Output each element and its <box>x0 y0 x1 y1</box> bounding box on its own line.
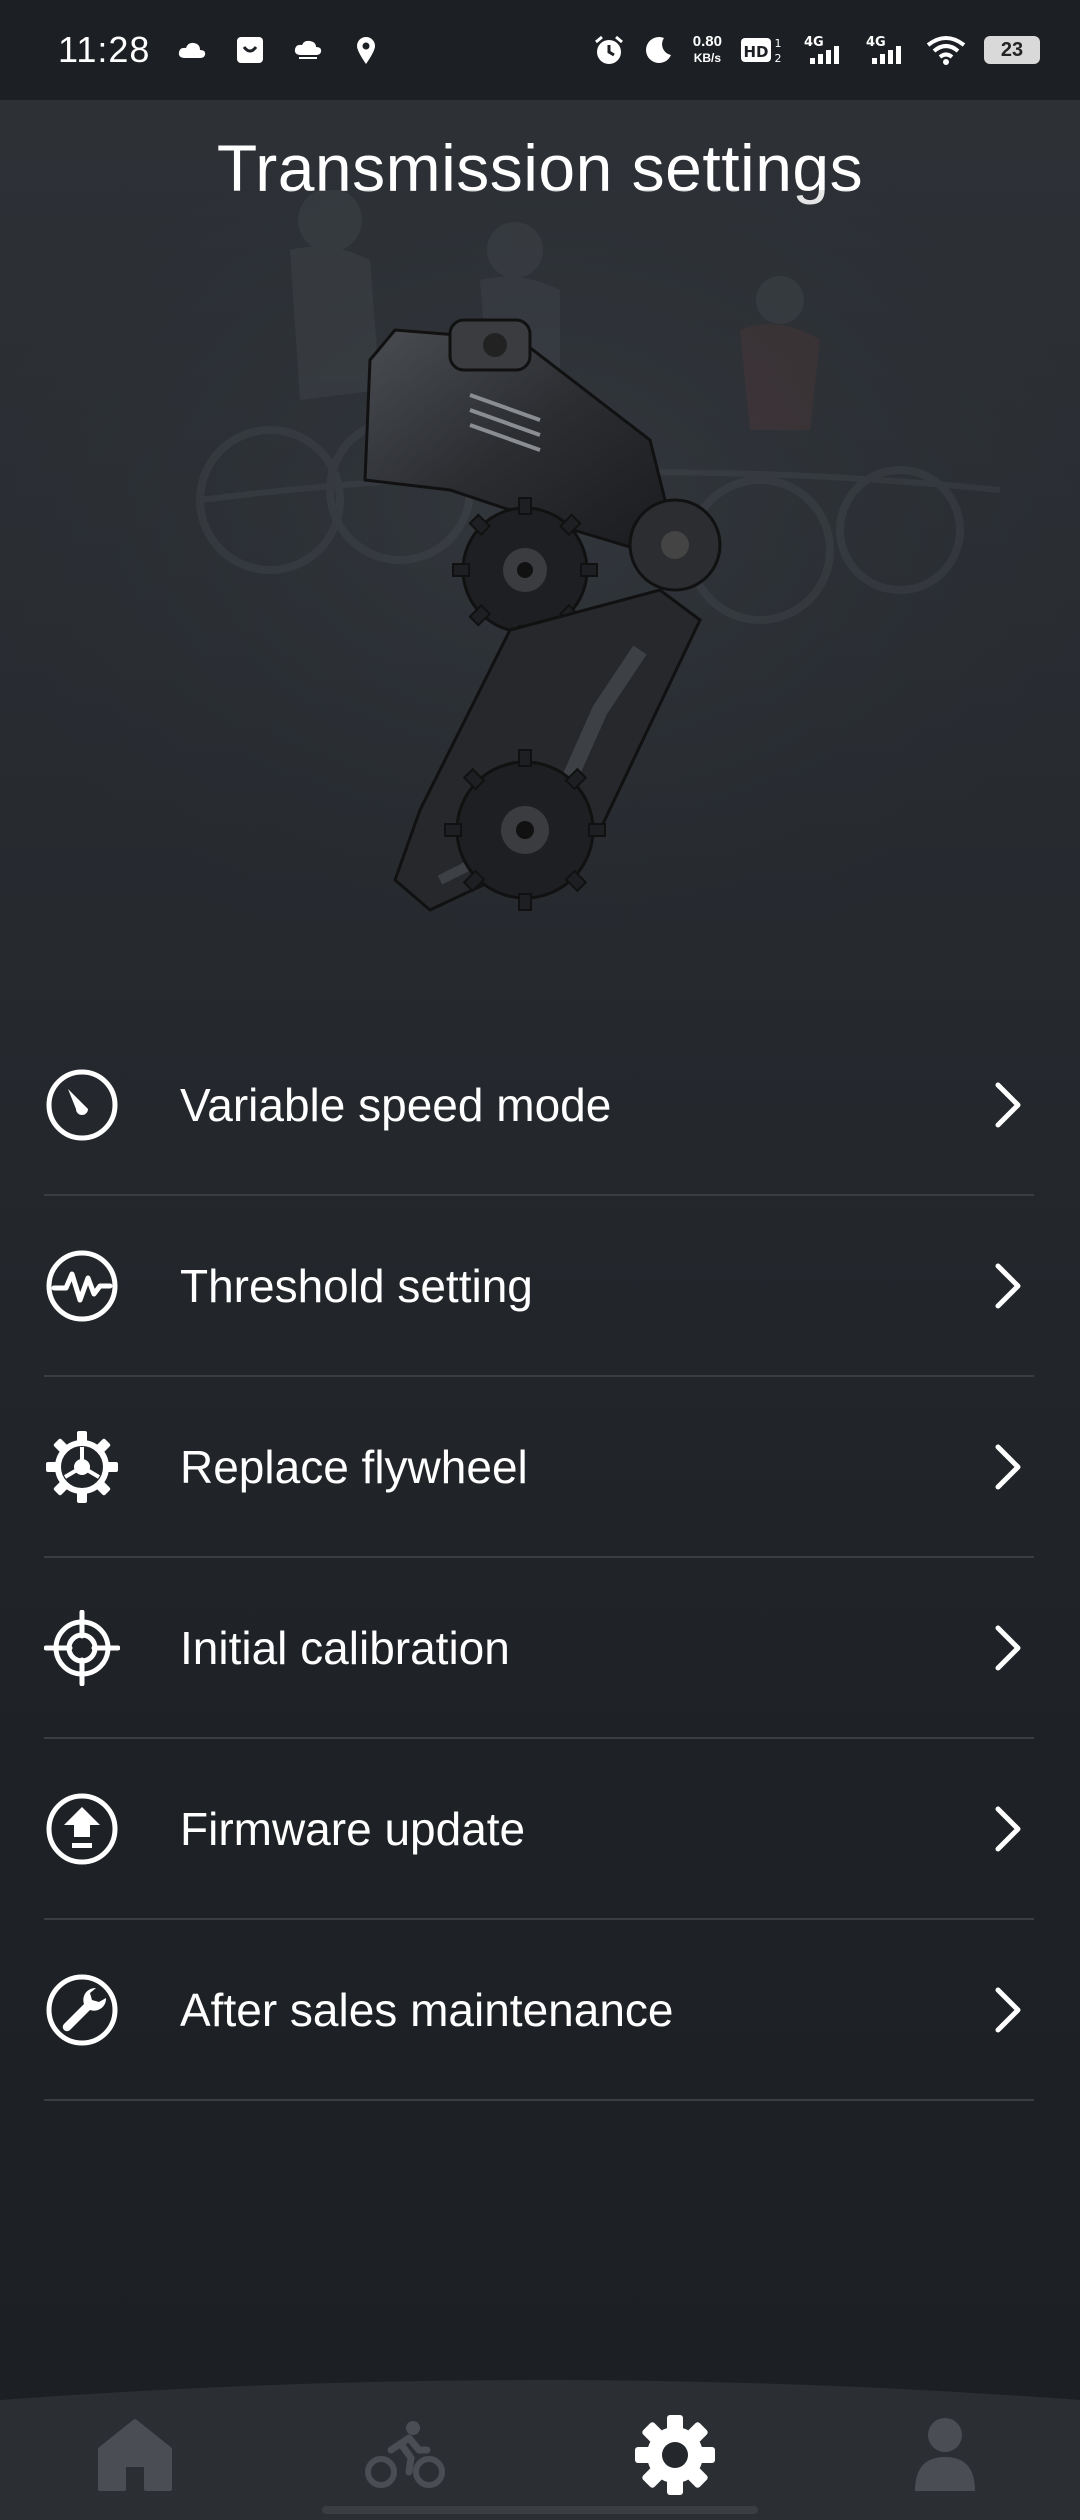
settings-row-firmware-update[interactable]: Firmware update <box>44 1739 1034 1920</box>
bottom-nav-items <box>0 2370 1080 2520</box>
chevron-right-icon <box>988 1443 1028 1491</box>
settings-row-after-sales-maintenance[interactable]: After sales maintenance <box>44 1920 1034 2101</box>
wifi-icon <box>926 34 966 66</box>
crosshair-icon <box>44 1609 120 1686</box>
status-time: 11:28 <box>58 29 151 70</box>
home-icon <box>98 2419 172 2491</box>
settings-list: Variable speed mode Threshold setting Re… <box>44 1015 1034 2101</box>
svg-text:4G: 4G <box>804 35 824 50</box>
chevron-right-icon <box>988 1805 1028 1853</box>
nav-ride[interactable] <box>270 2370 540 2520</box>
nav-profile[interactable] <box>810 2370 1080 2520</box>
upload-icon <box>44 1791 120 1867</box>
wrench-icon <box>44 1972 120 2048</box>
net-speed-value: 0.80 <box>692 33 722 50</box>
settings-row-label: Initial calibration <box>180 1621 510 1674</box>
chevron-right-icon <box>988 1081 1028 1129</box>
settings-row-label: Replace flywheel <box>180 1440 528 1493</box>
home-indicator[interactable] <box>322 2506 758 2514</box>
status-bar: 11:28 0.80 KB/s HD 1 2 4G 4G 23 <box>0 0 1080 100</box>
status-right: 0.80 KB/s HD 1 2 4G 4G 23 <box>593 34 1040 66</box>
settings-gear-icon <box>635 2415 715 2495</box>
signal-icon: 4G <box>802 34 846 66</box>
nav-settings[interactable] <box>540 2370 810 2520</box>
cloud-icon <box>292 34 324 66</box>
gear-icon <box>44 1429 120 1505</box>
cyclist-icon <box>365 2421 445 2488</box>
cloud-icon <box>176 34 208 66</box>
location-pin-icon <box>350 34 382 66</box>
waveform-icon <box>44 1248 120 1324</box>
bottom-nav <box>0 2370 1080 2520</box>
settings-row-label: After sales maintenance <box>180 1983 674 2036</box>
moon-icon <box>643 34 675 66</box>
settings-row-label: Firmware update <box>180 1802 526 1855</box>
settings-row-initial-calibration[interactable]: Initial calibration <box>44 1558 1034 1739</box>
signal-icon: 4G <box>864 34 908 66</box>
svg-text:HD: HD <box>743 43 768 61</box>
settings-row-threshold-setting[interactable]: Threshold setting <box>44 1196 1034 1377</box>
hd-icon: HD 1 2 <box>740 34 784 66</box>
shopping-bag-icon <box>234 34 266 66</box>
svg-text:1: 1 <box>775 37 782 50</box>
chevron-right-icon <box>988 1624 1028 1672</box>
speedometer-icon <box>44 1067 120 1143</box>
svg-text:4G: 4G <box>866 35 886 50</box>
alarm-icon <box>593 34 625 66</box>
nav-home[interactable] <box>0 2370 270 2520</box>
settings-row-replace-flywheel[interactable]: Replace flywheel <box>44 1377 1034 1558</box>
settings-row-label: Threshold setting <box>180 1259 533 1312</box>
settings-row-variable-speed-mode[interactable]: Variable speed mode <box>44 1015 1034 1196</box>
settings-row-label: Variable speed mode <box>180 1078 612 1131</box>
status-left: 11:28 <box>58 29 382 71</box>
battery-icon: 23 <box>984 36 1040 64</box>
chevron-right-icon <box>988 1262 1028 1310</box>
network-speed: 0.80 KB/s <box>693 34 722 66</box>
svg-text:2: 2 <box>775 52 782 65</box>
net-speed-unit: KB/s <box>693 51 722 65</box>
profile-icon <box>915 2418 975 2491</box>
hero-image <box>0 188 1080 970</box>
chevron-right-icon <box>988 1986 1028 2034</box>
